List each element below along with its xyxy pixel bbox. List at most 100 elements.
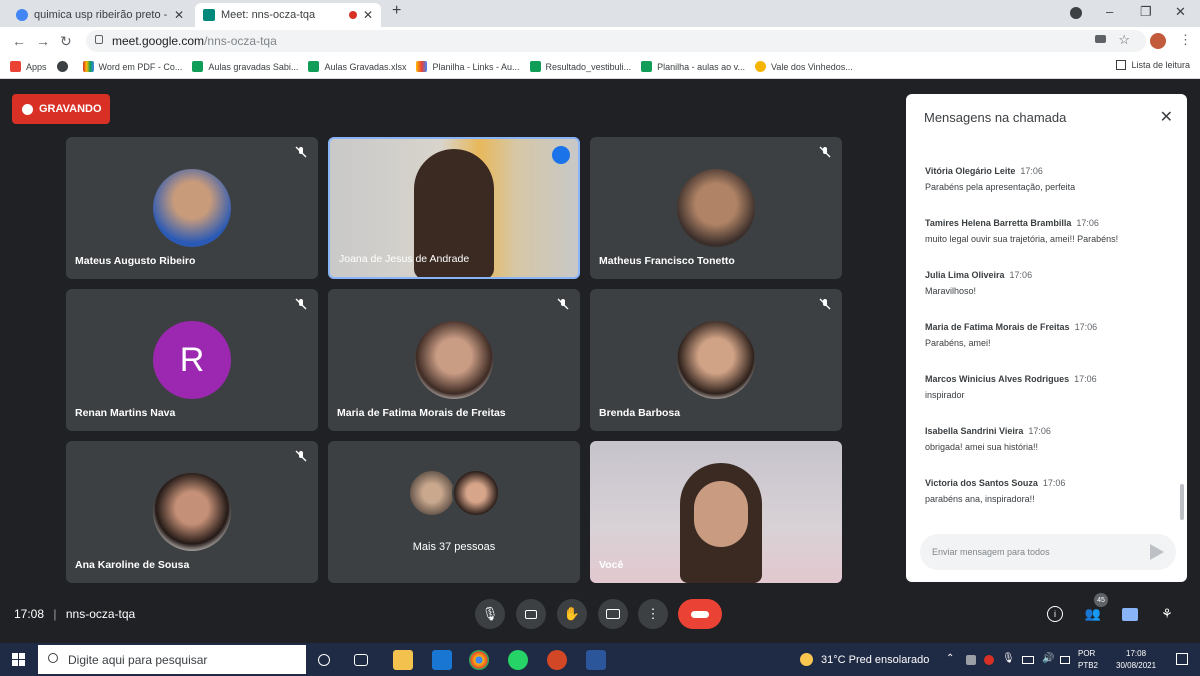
network-icon[interactable] [1060, 656, 1070, 664]
message-text: muito legal ouvir sua trajetória, amei!!… [925, 234, 1119, 244]
windows-start-icon[interactable] [12, 653, 25, 666]
chat-scrollbar[interactable] [1180, 484, 1184, 520]
meeting-details-button[interactable]: i [1045, 604, 1065, 624]
profile-dot-icon[interactable] [1070, 7, 1082, 19]
battery-icon[interactable] [1022, 656, 1034, 664]
chat-button[interactable] [1120, 604, 1140, 624]
participant-name: Ana Karoline de Sousa [75, 559, 190, 571]
self-view-tile[interactable]: Você [590, 441, 842, 583]
reload-button[interactable]: ↻ [60, 33, 72, 50]
message-text: Parabéns, amei! [925, 338, 991, 348]
taskbar-clock[interactable]: 17:08 30/08/2021 [1116, 648, 1156, 672]
chat-message: Julia Lima Oliveira 17:06 Maravilhoso! [925, 270, 1175, 296]
keyboard-layout: PTB2 [1078, 661, 1099, 670]
tray-antivirus-icon[interactable] [984, 655, 994, 665]
participant-tile[interactable]: Maria de Fatima Morais de Freitas [328, 289, 580, 431]
more-options-button[interactable]: ⋮ [638, 599, 668, 629]
present-button[interactable] [598, 599, 628, 629]
self-video-face [694, 481, 748, 547]
bookmark-vale-vinhedos[interactable]: Vale dos Vinhedos... [754, 61, 853, 72]
search-icon [48, 653, 58, 663]
maximize-button[interactable]: ❐ [1140, 4, 1152, 20]
meeting-time: 17:08 [14, 607, 45, 621]
tray-app-icon[interactable] [966, 655, 976, 665]
bookmark-apps[interactable]: Apps [10, 61, 47, 72]
tab-close-icon[interactable]: ✕ [174, 8, 184, 22]
notifications-icon[interactable] [1176, 653, 1188, 665]
bookmark-aulas-gravadas-sabi[interactable]: Aulas gravadas Sabi... [192, 61, 298, 72]
pin-icon [754, 61, 766, 72]
bookmark-globe[interactable] [56, 61, 73, 72]
close-chat-button[interactable]: ✕ [1160, 107, 1173, 127]
message-text: Parabéns pela apresentação, perfeita [925, 182, 1076, 192]
more-participants-tile[interactable]: Mais 37 pessoas [328, 441, 580, 583]
star-icon[interactable]: ☆ [1118, 32, 1130, 48]
bookmark-planilha-links[interactable]: Planilha - Links - Au... [416, 61, 520, 72]
participant-tile[interactable]: R Renan Martins Nava [66, 289, 318, 431]
message-text: Maravilhoso! [925, 286, 977, 296]
people-icon: 👥 [1084, 606, 1102, 621]
url-path: /nns-ocza-tqa [204, 34, 277, 48]
participant-tile[interactable]: Matheus Francisco Tonetto [590, 137, 842, 279]
separator: | [53, 607, 57, 621]
send-icon[interactable] [1150, 544, 1164, 560]
minimize-button[interactable]: – [1106, 4, 1113, 19]
close-window-button[interactable]: ✕ [1175, 4, 1186, 20]
bookmark-label: Apps [26, 61, 47, 72]
language-indicator[interactable]: POR PTB2 [1078, 648, 1098, 672]
chat-input-placeholder: Enviar mensagem para todos [932, 547, 1050, 557]
excel-icon [641, 61, 653, 72]
browser-tab-strip: quimica usp ribeirão preto - Pes ✕ Meet:… [0, 0, 1200, 27]
file-explorer-icon[interactable] [393, 650, 413, 670]
camera-button[interactable] [516, 599, 546, 629]
participant-avatar-letter: R [153, 321, 231, 399]
info-icon: i [1047, 606, 1063, 622]
bookmark-word-pdf[interactable]: Word em PDF - Co... [82, 61, 182, 72]
participant-tile-active-speaker[interactable]: Joana de Jesus de Andrade [328, 137, 580, 279]
message-time: 17:06 [1009, 270, 1033, 280]
weather-widget[interactable]: 31°C Pred ensolarado [800, 653, 929, 666]
chat-icon [1122, 607, 1138, 621]
whatsapp-icon[interactable] [508, 650, 528, 670]
mic-button[interactable]: 🎙 [475, 599, 505, 629]
tab-close-icon[interactable]: ✕ [363, 8, 373, 22]
menu-kebab-icon[interactable]: ⋮ [1179, 32, 1192, 48]
participants-button[interactable]: 👥 [1083, 604, 1103, 624]
leave-call-button[interactable] [678, 599, 722, 629]
mic-muted-icon [819, 146, 831, 158]
mic-muted-icon [295, 298, 307, 310]
profile-avatar[interactable] [1150, 33, 1166, 49]
camera-in-use-icon[interactable] [1095, 35, 1106, 43]
taskbar-search-box[interactable]: Digite aqui para pesquisar [38, 645, 306, 674]
mail-icon[interactable] [432, 650, 452, 670]
chrome-icon[interactable] [469, 650, 489, 670]
participant-name: Joana de Jesus de Andrade [339, 253, 470, 265]
volume-icon[interactable]: 🔊 [1042, 653, 1054, 664]
powerpoint-icon[interactable] [547, 650, 567, 670]
task-view-icon[interactable] [354, 654, 368, 666]
word-icon[interactable] [586, 650, 606, 670]
reading-list[interactable]: Lista de leitura [1116, 60, 1190, 70]
address-bar[interactable]: meet.google.com/nns-ocza-tqa ☆ [86, 30, 1146, 52]
tab-meet[interactable]: Meet: nns-ocza-tqa ✕ [195, 3, 381, 27]
participant-tile[interactable]: Mateus Augusto Ribeiro [66, 137, 318, 279]
message-time: 17:06 [1076, 218, 1099, 228]
participant-tile[interactable]: Ana Karoline de Sousa [66, 441, 318, 583]
bookmark-resultado-vestibular[interactable]: Resultado_vestibuli... [529, 61, 631, 72]
raise-hand-button[interactable]: ✋ [557, 599, 587, 629]
participant-avatar [153, 169, 231, 247]
message-text: inspirador [925, 390, 965, 400]
bookmark-aulas-gravadas-xlsx[interactable]: Aulas Gravadas.xlsx [308, 61, 406, 72]
forward-button[interactable]: → [36, 33, 50, 49]
activities-button[interactable]: ⚘ [1157, 604, 1177, 624]
participant-tile[interactable]: Brenda Barbosa [590, 289, 842, 431]
back-button[interactable]: ← [12, 33, 26, 49]
bookmark-planilha-aulas[interactable]: Planilha - aulas ao v... [641, 61, 745, 72]
tray-mic-icon[interactable]: 🎙 [1002, 653, 1015, 664]
message-sender: Marcos Winicius Alves Rodrigues [925, 374, 1070, 384]
tab-search[interactable]: quimica usp ribeirão preto - Pes ✕ [8, 3, 192, 27]
cortana-icon[interactable] [318, 654, 330, 666]
tray-chevron-icon[interactable]: ⌃ [946, 653, 954, 664]
new-tab-button[interactable]: + [392, 2, 401, 20]
chat-input[interactable]: Enviar mensagem para todos [920, 534, 1176, 570]
